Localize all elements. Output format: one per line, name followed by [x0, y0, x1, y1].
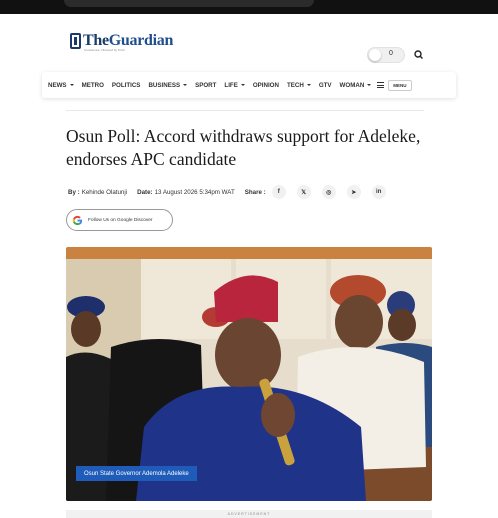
search-icon[interactable]: [411, 47, 427, 63]
image-caption: Osun State Governor Ademola Adeleke: [76, 466, 197, 481]
linkedin-icon[interactable]: in: [371, 185, 386, 199]
publish-date: 13 August 2026 5:34pm WAT: [154, 188, 235, 196]
telegram-icon[interactable]: ➤: [346, 185, 361, 199]
nav-item-woman[interactable]: WOMAN: [340, 82, 372, 89]
byline-label: By :: [68, 188, 80, 196]
menu-label: MENU: [388, 79, 412, 91]
header-divider: [66, 110, 424, 111]
article-meta: By : Kehinde Olatunji Date: 13 August 20…: [68, 185, 397, 199]
nav-item-gtv[interactable]: GTV: [319, 82, 332, 89]
chevron-down-icon: [306, 84, 311, 86]
status-bar: [0, 0, 498, 14]
nav-item-news[interactable]: NEWS: [48, 82, 74, 89]
advertisement-label: ADVERTISEMENT: [66, 510, 432, 518]
theme-toggle[interactable]: 0: [367, 47, 405, 63]
author-name[interactable]: Kehinde Olatunji: [82, 189, 127, 196]
chevron-down-icon: [240, 84, 245, 86]
toggle-value: 0: [389, 50, 393, 57]
article-headline: Osun Poll: Accord withdraws support for …: [66, 126, 421, 169]
site-header: TheGuardian Conscience, Nurtured by Trut…: [0, 14, 498, 70]
google-icon: [72, 215, 83, 225]
hamburger-icon: [377, 82, 385, 88]
menu-button[interactable]: MENU: [377, 79, 412, 91]
logo-tagline: Conscience, Nurtured by Truth: [84, 48, 125, 52]
main-nav: NEWS METRO POLITICS BUSINESS SPORT LIFE …: [42, 72, 456, 98]
nav-item-life[interactable]: LIFE: [224, 82, 245, 89]
status-notch: [64, 0, 314, 7]
date-label: Date:: [137, 188, 153, 196]
hero-photo: [66, 247, 432, 501]
share-buttons: f 𝕏 ◎ ➤ in: [271, 185, 397, 199]
x-icon[interactable]: 𝕏: [296, 185, 311, 199]
nav-item-politics[interactable]: POLITICS: [112, 82, 141, 89]
chevron-down-icon: [367, 84, 372, 86]
nav-item-metro[interactable]: METRO: [82, 82, 104, 89]
guardian-logo-icon: [70, 33, 81, 49]
chevron-down-icon: [69, 84, 74, 86]
chevron-down-icon: [183, 84, 188, 86]
nav-item-business[interactable]: BUSINESS: [148, 82, 188, 89]
google-discover-button[interactable]: Follow Us on Google Discover: [66, 209, 173, 231]
share-label: Share :: [244, 188, 266, 196]
article-hero-image[interactable]: [66, 247, 432, 501]
toggle-knob: [369, 49, 381, 61]
facebook-icon[interactable]: f: [271, 185, 286, 199]
nav-item-sport[interactable]: SPORT: [195, 82, 216, 89]
whatsapp-icon[interactable]: ◎: [321, 185, 336, 199]
nav-item-opinion[interactable]: OPINION: [253, 82, 279, 89]
google-discover-label: Follow Us on Google Discover: [88, 217, 153, 223]
nav-item-tech[interactable]: TECH: [287, 82, 311, 89]
